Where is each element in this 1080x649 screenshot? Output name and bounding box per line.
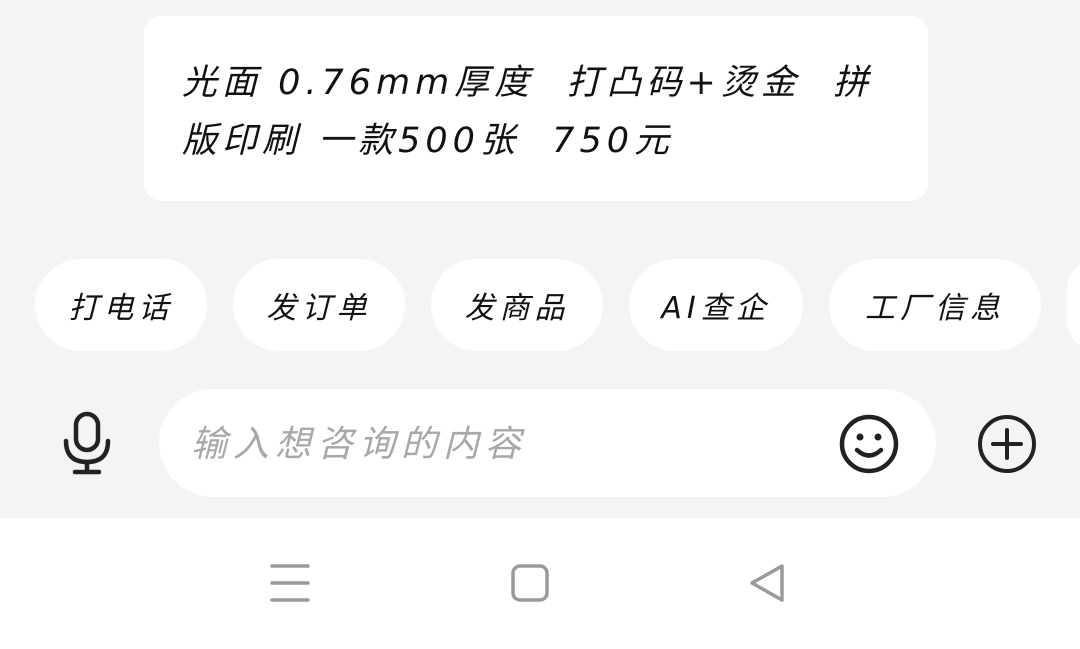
composer-row [0, 389, 1080, 497]
quick-action-send-order[interactable]: 发订单 [233, 259, 405, 351]
quick-action-ai-company-lookup[interactable]: AI查企 [629, 259, 803, 351]
message-input[interactable] [189, 411, 813, 477]
system-navigation-bar [0, 518, 1080, 649]
voice-input-button[interactable] [60, 411, 114, 475]
nav-home-button[interactable] [500, 558, 560, 608]
square-home-icon [511, 564, 549, 602]
quick-action-send-product[interactable]: 发商品 [431, 259, 603, 351]
message-text: 光面 0.76mm厚度 打凸码+烫金 拼 版印刷 一款500张 750元 [182, 63, 874, 161]
microphone-icon [63, 411, 111, 475]
quick-action-factory-info[interactable]: 工厂信息 [829, 259, 1041, 351]
plus-circle-icon [978, 415, 1036, 473]
smiley-icon [839, 414, 899, 474]
triangle-back-icon [750, 564, 784, 602]
menu-icon [270, 564, 310, 602]
message-input-container [159, 389, 936, 497]
quick-action-bar: 打电话 发订单 发商品 AI查企 工厂信息 [35, 259, 1080, 351]
quick-action-call[interactable]: 打电话 [35, 259, 207, 351]
quick-action-more[interactable] [1067, 259, 1080, 351]
add-attachment-button[interactable] [976, 413, 1038, 475]
chat-screen: 光面 0.76mm厚度 打凸码+烫金 拼 版印刷 一款500张 750元 打电话… [0, 0, 1080, 649]
message-bubble: 光面 0.76mm厚度 打凸码+烫金 拼 版印刷 一款500张 750元 [144, 16, 928, 201]
emoji-button[interactable] [838, 413, 900, 475]
nav-menu-button[interactable] [260, 558, 320, 608]
nav-back-button[interactable] [737, 558, 797, 608]
